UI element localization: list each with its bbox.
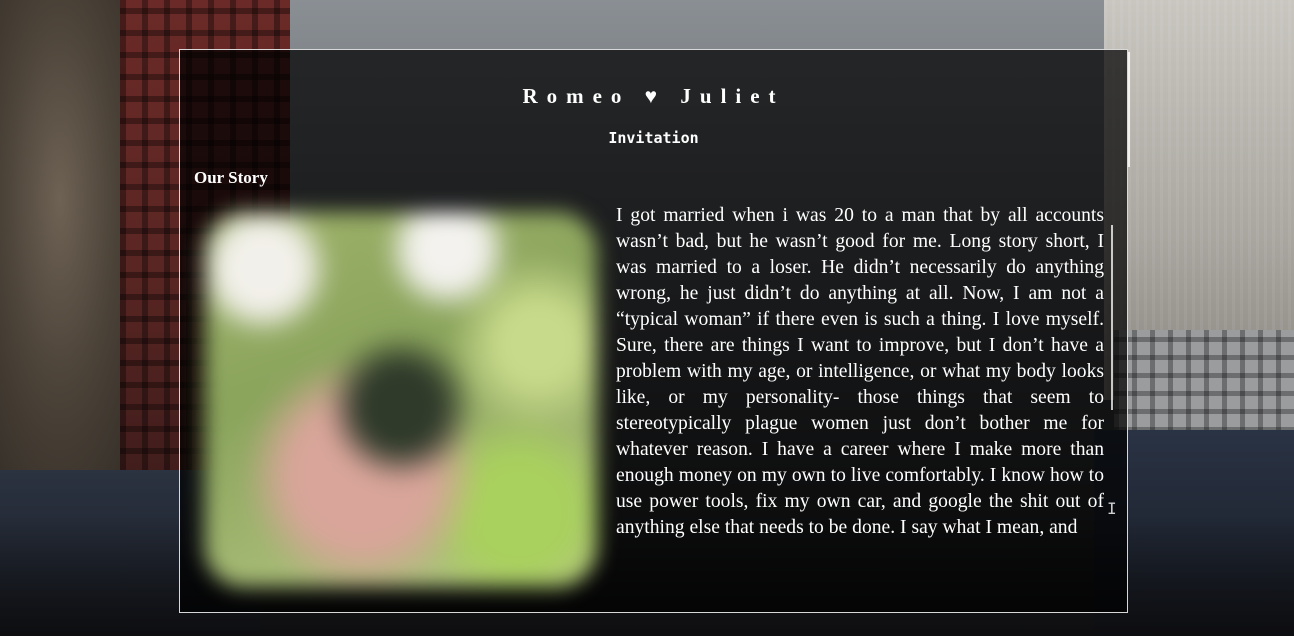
our-story-heading: Our Story [194, 168, 268, 187]
story-text[interactable]: I got married when i was 20 to a man tha… [616, 203, 1104, 593]
invitation-card: Romeo ♥ Juliet Invitation Our Story I go… [179, 49, 1128, 613]
invitation-subtitle: Invitation [608, 129, 699, 147]
story-scrollbar[interactable] [1111, 225, 1113, 410]
story-photo [204, 212, 597, 587]
couple-title: Romeo ♥ Juliet [522, 84, 785, 108]
text-cursor-icon: I [1107, 499, 1117, 518]
